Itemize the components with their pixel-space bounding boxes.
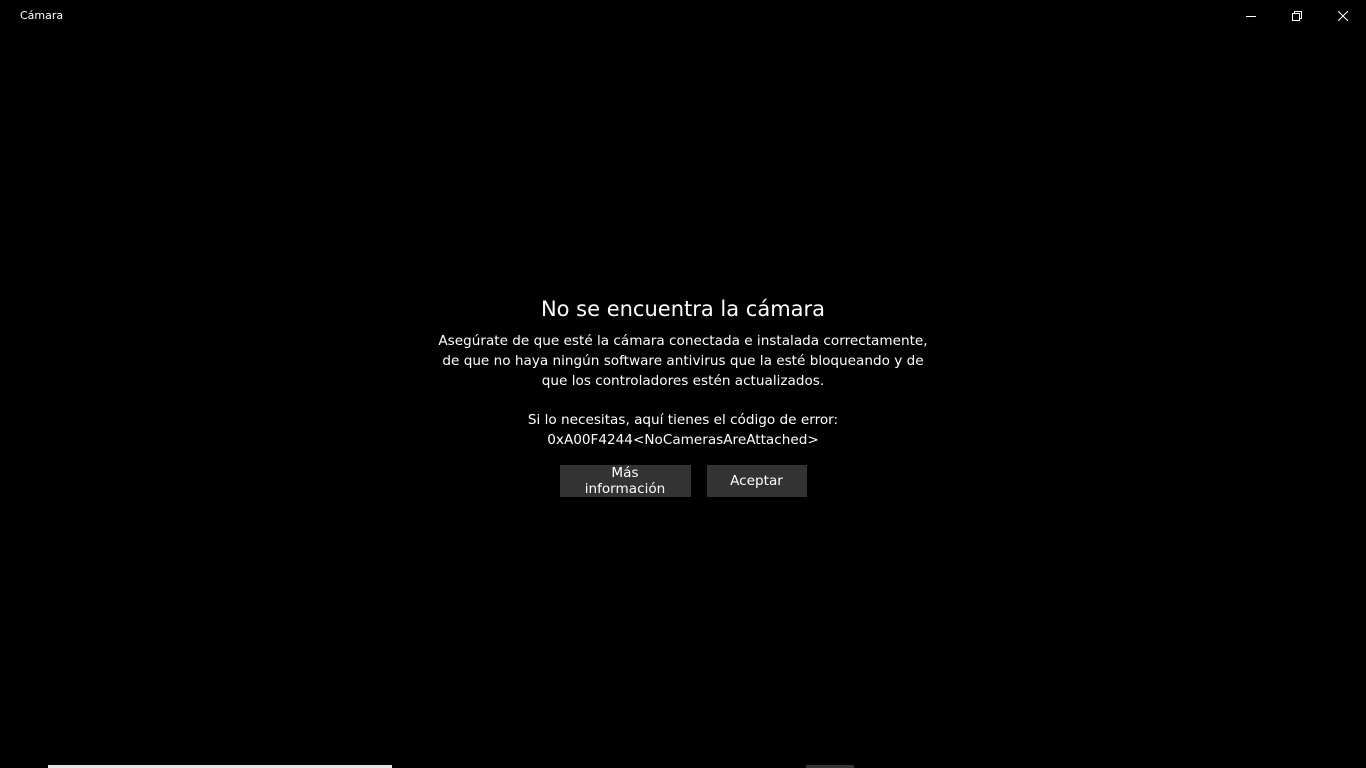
restore-icon: [1292, 11, 1302, 21]
error-title: No se encuentra la cámara: [540, 297, 826, 321]
camera-error-message: No se encuentra la cámara Asegúrate de q…: [383, 294, 983, 497]
caption-buttons: [1228, 0, 1366, 32]
error-code-intro: Si lo necesitas, aquí tienes el código d…: [527, 412, 839, 428]
minimize-icon: [1246, 16, 1256, 17]
dialog-buttons: Más información Aceptar: [383, 465, 983, 497]
title-bar[interactable]: Cámara: [0, 0, 1366, 32]
error-code-block: Si lo necesitas, aquí tienes el código d…: [383, 410, 983, 450]
camera-app-window: Cámara No se encuentra la cámara Asegúra…: [0, 0, 1366, 768]
app-title: Cámara: [20, 9, 64, 22]
close-button[interactable]: [1320, 0, 1366, 32]
error-code: 0xA00F4244<NoCamerasAreAttached>: [547, 432, 819, 448]
accept-button[interactable]: Aceptar: [706, 465, 807, 497]
minimize-button[interactable]: [1228, 0, 1274, 32]
more-info-button[interactable]: Más información: [559, 465, 691, 497]
close-icon: [1338, 11, 1348, 21]
error-description: Asegúrate de que esté la cámara conectad…: [438, 333, 928, 389]
restore-button[interactable]: [1274, 0, 1320, 32]
